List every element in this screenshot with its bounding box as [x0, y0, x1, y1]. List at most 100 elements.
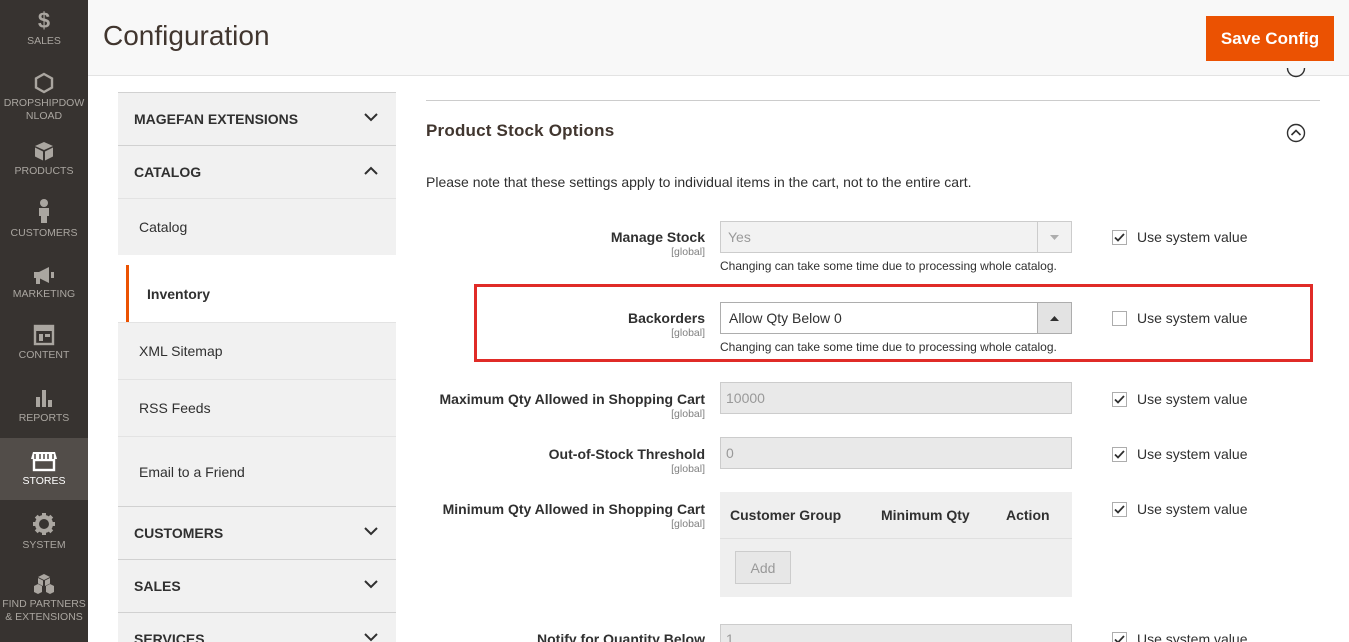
save-config-button[interactable]: Save Config — [1206, 16, 1334, 61]
admin-menu: $ SALES DROPSHIPDOW NLOAD PRODUCTS CUSTO… — [0, 0, 88, 642]
min-qty-use-system[interactable]: Use system value — [1112, 501, 1247, 517]
max-qty-label: Maximum Qty Allowed in Shopping Cart — [439, 391, 706, 407]
input-value: 0 — [726, 445, 734, 461]
menu-item-customers[interactable]: CUSTOMERS — [0, 198, 88, 240]
checkbox-checked[interactable] — [1112, 391, 1127, 407]
select-value: Allow Qty Below 0 — [729, 310, 842, 326]
menu-item-label: DROPSHIPDOW NLOAD — [3, 97, 85, 122]
manage-stock-use-system[interactable]: Use system value — [1112, 229, 1247, 245]
chevron-down-icon — [364, 527, 378, 536]
storefront-icon — [31, 452, 57, 472]
menu-item-sales[interactable]: $ SALES — [0, 10, 88, 48]
nav-section-magefan-extensions[interactable]: MAGEFAN EXTENSIONS — [118, 92, 396, 145]
layout-icon — [33, 324, 55, 346]
manage-stock-label: Manage Stock — [610, 229, 705, 245]
field-note: Changing can take some time due to proce… — [720, 259, 1057, 273]
nav-section-customers[interactable]: CUSTOMERS — [118, 506, 396, 559]
nav-item-xml-sitemap[interactable]: XML Sitemap — [118, 322, 396, 379]
caret-up-icon — [1050, 315, 1059, 321]
use-system-label: Use system value — [1137, 501, 1248, 517]
menu-item-find-partners[interactable]: FIND PARTNERS & EXTENSIONS — [0, 573, 88, 624]
backorders-use-system[interactable]: Use system value — [1112, 310, 1247, 326]
section-title[interactable]: Product Stock Options — [426, 121, 614, 141]
nav-section-label: SALES — [134, 578, 181, 594]
use-system-label: Use system value — [1137, 446, 1248, 462]
column-header: Action — [1006, 507, 1050, 523]
nav-item-catalog[interactable]: Catalog — [118, 198, 396, 255]
max-qty-use-system[interactable]: Use system value — [1112, 391, 1247, 407]
nav-item-label: Catalog — [139, 219, 188, 235]
nav-section-label: SERVICES — [134, 631, 205, 642]
nav-item-email-to-a-friend[interactable]: Email to a Friend — [118, 436, 396, 506]
checkbox-checked[interactable] — [1112, 446, 1127, 462]
nav-section-sales[interactable]: SALES — [118, 559, 396, 612]
config-tabs: MAGEFAN EXTENSIONS CATALOG Catalog Inven… — [118, 92, 396, 642]
scope-label: [global] — [671, 246, 705, 258]
notify-qty-input[interactable]: 1 — [720, 624, 1072, 642]
menu-item-label: CUSTOMERS — [10, 227, 78, 239]
nav-section-services[interactable]: SERVICES — [118, 612, 396, 642]
hexagon-icon — [34, 72, 54, 94]
add-button[interactable]: Add — [735, 551, 791, 584]
checkbox-checked[interactable] — [1112, 229, 1127, 245]
field-note: Changing can take some time due to proce… — [720, 340, 1057, 354]
notify-qty-use-system[interactable]: Use system value — [1112, 631, 1247, 642]
menu-item-dropshipdownload[interactable]: DROPSHIPDOW NLOAD — [0, 72, 88, 123]
cube-icon — [35, 142, 53, 161]
out-of-stock-input[interactable]: 0 — [720, 437, 1072, 469]
notify-qty-label: Notify for Quantity Below — [537, 631, 705, 642]
person-icon — [39, 199, 49, 223]
out-of-stock-use-system[interactable]: Use system value — [1112, 446, 1247, 462]
use-system-label: Use system value — [1137, 631, 1248, 642]
menu-item-products[interactable]: PRODUCTS — [0, 140, 88, 178]
menu-item-label: SALES — [27, 35, 61, 47]
collapse-circle-icon[interactable] — [1286, 123, 1306, 143]
use-system-label: Use system value — [1137, 391, 1248, 407]
bar-chart-icon — [36, 390, 52, 407]
select-arrow — [1037, 303, 1071, 333]
menu-item-label: REPORTS — [18, 412, 70, 424]
checkbox-checked[interactable] — [1112, 631, 1127, 642]
caret-down-icon — [1050, 234, 1059, 240]
page-title: Configuration — [103, 20, 270, 51]
section-divider — [426, 100, 1320, 101]
backorders-select[interactable]: Allow Qty Below 0 — [720, 302, 1072, 334]
menu-item-reports[interactable]: REPORTS — [0, 387, 88, 425]
nav-item-label: RSS Feeds — [139, 400, 211, 416]
megaphone-icon — [34, 267, 54, 284]
nav-item-rss-feeds[interactable]: RSS Feeds — [118, 379, 396, 436]
dollar-icon: $ — [37, 8, 51, 33]
max-qty-input[interactable]: 10000 — [720, 382, 1072, 414]
nav-section-label: CUSTOMERS — [134, 525, 224, 541]
nav-item-inventory[interactable]: Inventory — [126, 265, 396, 322]
menu-item-content[interactable]: CONTENT — [0, 324, 88, 362]
gear-icon — [33, 513, 55, 535]
scope-label: [global] — [671, 327, 705, 339]
input-value: 1 — [726, 631, 734, 642]
min-qty-label: Minimum Qty Allowed in Shopping Cart — [442, 501, 705, 517]
menu-item-stores[interactable]: STORES — [0, 438, 88, 500]
use-system-label: Use system value — [1137, 229, 1248, 245]
use-system-label: Use system value — [1137, 310, 1248, 326]
input-value: 10000 — [726, 390, 765, 406]
column-header: Customer Group — [730, 507, 842, 523]
menu-item-label: MARKETING — [12, 288, 76, 300]
check-icon — [1114, 504, 1125, 514]
scope-label: [global] — [671, 463, 705, 475]
collapse-circle-icon[interactable] — [1286, 68, 1306, 78]
menu-item-marketing[interactable]: MARKETING — [0, 265, 88, 301]
check-icon — [1114, 449, 1125, 459]
menu-item-label: CONTENT — [18, 349, 70, 361]
chevron-up-icon — [364, 166, 378, 175]
checkbox-unchecked[interactable] — [1112, 310, 1127, 326]
nav-section-catalog[interactable]: CATALOG — [118, 145, 396, 198]
chevron-down-icon — [364, 633, 378, 642]
checkbox-checked[interactable] — [1112, 501, 1127, 517]
menu-item-system[interactable]: SYSTEM — [0, 512, 88, 552]
boxes-icon — [34, 574, 54, 594]
section-note: Please note that these settings apply to… — [426, 174, 972, 190]
menu-item-label: SYSTEM — [22, 539, 66, 551]
nav-item-label: Inventory — [147, 285, 211, 302]
manage-stock-select[interactable]: Yes — [720, 221, 1072, 253]
min-qty-table: Customer Group Minimum Qty Action Add — [720, 492, 1072, 597]
